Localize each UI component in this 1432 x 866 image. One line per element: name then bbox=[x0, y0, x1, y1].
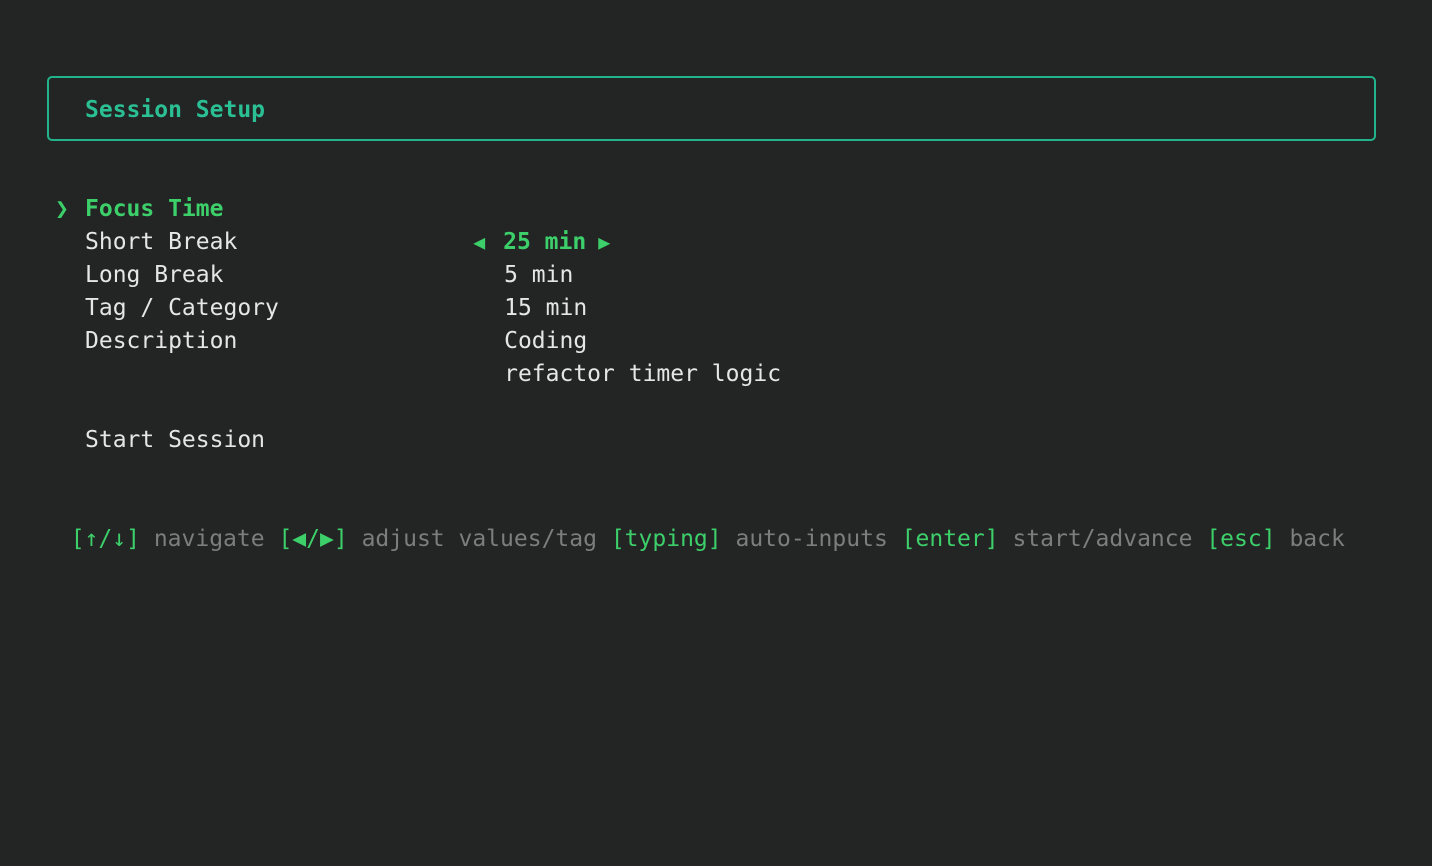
start-session-button[interactable]: Start Session bbox=[85, 424, 265, 457]
help-desc-typing: auto-inputs bbox=[735, 526, 888, 552]
setting-row-long-break[interactable]: Long Break 15 min bbox=[0, 259, 1432, 321]
setting-row-focus-time[interactable]: ❯ Focus Time ◀ 25 min ▶ bbox=[0, 193, 1432, 255]
selection-cursor-icon: ❯ bbox=[55, 196, 69, 222]
setting-label: Tag / Category bbox=[85, 295, 279, 321]
help-key-typing: [typing] bbox=[610, 526, 722, 552]
setting-label: Short Break bbox=[85, 229, 238, 255]
setting-row-description[interactable]: Description refactor timer logic bbox=[0, 325, 1432, 387]
settings-list: ❯ Focus Time ◀ 25 min ▶ Short Break 5 min … bbox=[0, 193, 1432, 387]
help-desc-adjust: adjust values/tag bbox=[361, 526, 597, 552]
help-key-esc: [esc] bbox=[1206, 526, 1276, 552]
title-panel: Session Setup bbox=[47, 76, 1376, 141]
setting-label: Long Break bbox=[85, 262, 224, 288]
setting-row-tag-category[interactable]: Tag / Category Coding bbox=[0, 292, 1432, 354]
help-key-navigate: [↑/↓] bbox=[70, 526, 140, 552]
help-key-enter: [enter] bbox=[901, 526, 999, 552]
setting-label: Description bbox=[85, 328, 238, 354]
help-desc-enter: start/advance bbox=[1012, 526, 1193, 552]
setting-label: Focus Time bbox=[85, 196, 224, 222]
help-key-adjust: [◀/▶] bbox=[278, 526, 348, 552]
help-desc-esc: back bbox=[1289, 526, 1345, 552]
keybinding-help-bar: [↑/↓] navigate [◀/▶] adjust values/tag [… bbox=[43, 490, 1345, 556]
help-desc-navigate: navigate bbox=[153, 526, 265, 552]
page-title: Session Setup bbox=[85, 97, 266, 123]
setting-value: refactor timer logic bbox=[504, 361, 782, 387]
description-input[interactable]: refactor timer logic bbox=[421, 325, 781, 424]
setting-row-short-break[interactable]: Short Break 5 min bbox=[0, 226, 1432, 288]
